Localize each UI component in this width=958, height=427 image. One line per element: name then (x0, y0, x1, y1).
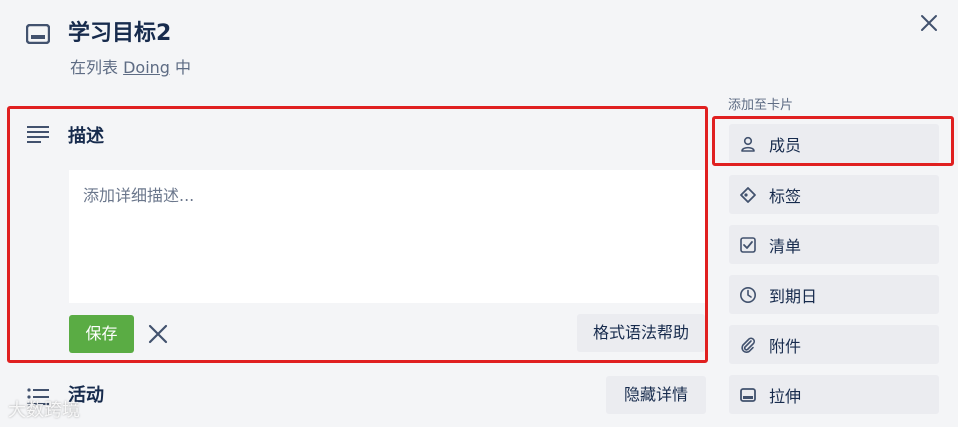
add-to-card-label: 添加至卡片 (728, 98, 794, 113)
sidebar-button-members[interactable]: 成员 (729, 124, 939, 163)
label-icon (739, 186, 757, 204)
sidebar-button-attachment[interactable]: 附件 (729, 325, 939, 364)
list-prefix: 在列表 (70, 58, 124, 77)
save-button[interactable]: 保存 (69, 315, 134, 353)
card-icon (26, 24, 50, 44)
clock-icon (739, 286, 757, 304)
cancel-icon[interactable] (146, 322, 170, 346)
list-link[interactable]: Doing (123, 58, 170, 77)
description-heading: 描述 (68, 126, 104, 147)
close-icon[interactable] (916, 10, 942, 36)
sidebar-button-labels[interactable]: 标签 (729, 175, 939, 214)
sidebar-button-label: 附件 (769, 336, 802, 356)
sidebar-button-label: 清单 (769, 236, 802, 256)
checklist-icon (739, 236, 757, 254)
description-icon (27, 126, 49, 143)
sidebar-button-checklist[interactable]: 清单 (729, 225, 939, 264)
paperclip-icon (739, 336, 757, 354)
list-suffix: 中 (169, 58, 192, 77)
cover-icon (739, 386, 757, 404)
sidebar-button-label: 成员 (769, 135, 802, 155)
member-icon (739, 135, 757, 153)
card-title: 学习目标2 (68, 21, 172, 46)
format-help-button[interactable]: 格式语法帮助 (577, 314, 705, 352)
sidebar-button-due-date[interactable]: 到期日 (729, 275, 939, 314)
sidebar-button-label: 拉伸 (769, 386, 802, 406)
sidebar-button-label: 标签 (769, 186, 802, 206)
description-input[interactable] (69, 170, 705, 303)
sidebar-button-cover[interactable]: 拉伸 (729, 375, 939, 414)
sidebar-button-label: 到期日 (769, 286, 818, 306)
watermark: 大数跨境 (8, 400, 80, 421)
hide-details-button[interactable]: 隐藏详情 (606, 376, 706, 414)
list-info: 在列表 Doing 中 (70, 56, 191, 80)
